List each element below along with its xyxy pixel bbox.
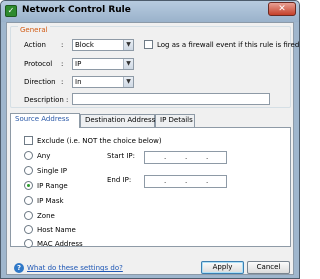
description-label: Description [24, 96, 64, 104]
start-ip-label: Start IP: [107, 152, 135, 160]
tab-source-address[interactable]: Source Address [10, 113, 80, 128]
chevron-down-icon: ▼ [123, 59, 133, 69]
tab-destination-address[interactable]: Destination Address [80, 114, 155, 127]
radio-single-ip-label: Single IP [37, 167, 68, 175]
direction-dropdown[interactable]: In ▼ [72, 76, 134, 88]
log-firewall-event-checkbox[interactable] [144, 40, 153, 49]
action-value: Block [75, 41, 94, 49]
direction-colon: : [61, 78, 64, 86]
radio-any[interactable] [24, 151, 33, 160]
window-title: Network Control Rule [22, 5, 131, 15]
ip-separator: . [206, 153, 209, 161]
exclude-label: Exclude (i.e. NOT the choice below) [37, 137, 162, 145]
end-ip-input[interactable]: . . . [144, 175, 227, 188]
ip-separator: . [185, 177, 188, 185]
action-label: Action [24, 41, 46, 49]
address-tabs: Source Address Destination Address IP De… [10, 113, 291, 128]
radio-host-name[interactable] [24, 225, 33, 234]
ip-separator: . [164, 153, 167, 161]
apply-button[interactable]: Apply [201, 261, 244, 274]
action-colon: : [61, 41, 64, 49]
ip-separator: . [164, 177, 167, 185]
protocol-dropdown[interactable]: IP ▼ [72, 58, 134, 70]
chevron-down-icon: ▼ [123, 40, 133, 50]
ip-separator: . [206, 177, 209, 185]
log-firewall-event-label: Log as a firewall event if this rule is … [157, 41, 300, 49]
direction-value: In [75, 78, 82, 86]
dialog-body: General Action : Block ▼ Log as a firewa… [6, 22, 299, 275]
radio-ip-mask[interactable] [24, 196, 33, 205]
ip-separator: . [185, 153, 188, 161]
exclude-checkbox[interactable] [24, 136, 33, 145]
source-address-panel: Exclude (i.e. NOT the choice below) Any … [10, 127, 291, 248]
help-icon[interactable]: ? [14, 263, 24, 273]
general-legend: General [18, 26, 50, 34]
radio-ip-range-label: IP Range [37, 182, 68, 190]
cancel-button[interactable]: Cancel [247, 261, 290, 274]
help-link[interactable]: What do these settings do? [27, 264, 123, 272]
close-icon: ✕ [278, 4, 286, 14]
direction-label: Direction [24, 78, 56, 86]
protocol-value: IP [75, 60, 82, 68]
description-colon: : [66, 96, 69, 104]
radio-ip-mask-label: IP Mask [37, 197, 64, 205]
close-button[interactable]: ✕ [268, 2, 296, 16]
protocol-label: Protocol [24, 60, 53, 68]
start-ip-input[interactable]: . . . [144, 151, 227, 164]
radio-single-ip[interactable] [24, 166, 33, 175]
radio-zone[interactable] [24, 211, 33, 220]
description-input[interactable] [72, 93, 270, 105]
radio-any-label: Any [37, 152, 51, 160]
radio-ip-range[interactable] [24, 181, 33, 190]
title-bar[interactable]: ✓ Network Control Rule ✕ [1, 1, 299, 22]
end-ip-label: End IP: [107, 176, 132, 184]
radio-mac-address-label: MAC Address [37, 240, 83, 248]
protocol-colon: : [61, 60, 64, 68]
radio-mac-address[interactable] [24, 239, 33, 248]
general-group: General Action : Block ▼ Log as a firewa… [10, 26, 299, 108]
network-control-rule-window: ✓ Network Control Rule ✕ General Action … [0, 0, 300, 279]
radio-host-name-label: Host Name [37, 226, 76, 234]
action-dropdown[interactable]: Block ▼ [72, 39, 134, 51]
tab-ip-details[interactable]: IP Details [155, 114, 195, 127]
chevron-down-icon: ▼ [123, 77, 133, 87]
radio-zone-label: Zone [37, 212, 55, 220]
app-shield-icon: ✓ [5, 5, 17, 17]
